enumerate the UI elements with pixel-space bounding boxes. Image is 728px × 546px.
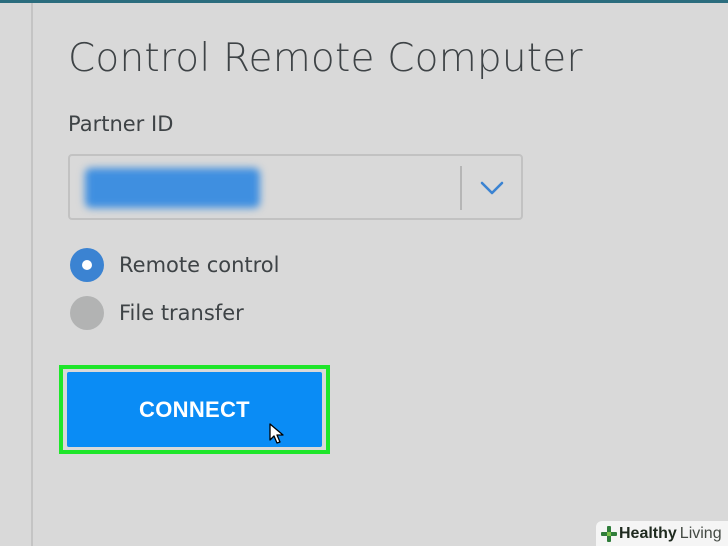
radio-button-selected[interactable]	[70, 248, 104, 282]
mouse-pointer-icon	[269, 423, 285, 445]
chevron-down-icon[interactable]	[474, 175, 510, 201]
radio-label-remote-control: Remote control	[119, 253, 280, 277]
plus-cross-icon	[600, 525, 618, 543]
partner-id-input-blurred[interactable]	[85, 168, 260, 208]
radio-button-unselected[interactable]	[70, 296, 104, 330]
combobox-divider	[460, 166, 462, 210]
watermark-sub: Living	[679, 524, 722, 542]
watermark-brand: Healthy	[619, 524, 677, 542]
radio-option-remote-control[interactable]: Remote control	[70, 248, 280, 282]
page-title: Control Remote Computer	[68, 36, 583, 81]
partner-id-label: Partner ID	[68, 112, 174, 136]
partner-id-combobox[interactable]	[68, 154, 523, 220]
left-sidebar-edge	[0, 3, 33, 546]
watermark-logo: Healthy Living	[596, 521, 728, 546]
radio-label-file-transfer: File transfer	[119, 301, 244, 325]
radio-option-file-transfer[interactable]: File transfer	[70, 296, 244, 330]
